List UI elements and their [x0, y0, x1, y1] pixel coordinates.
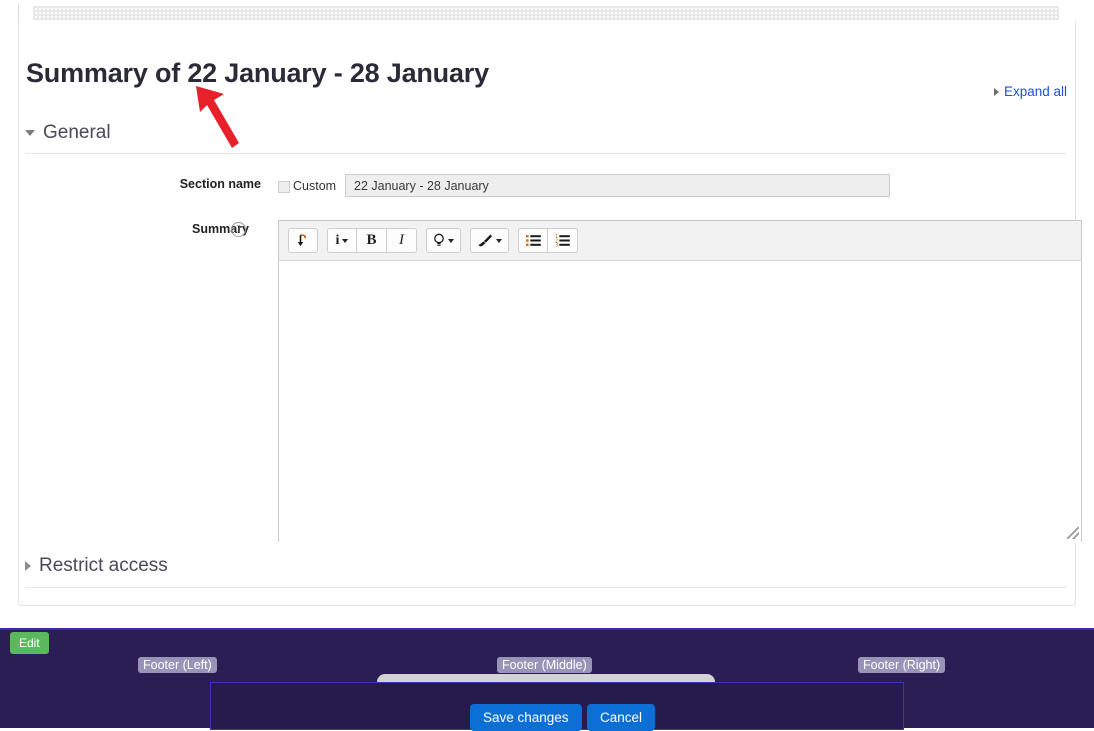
bulleted-list-button[interactable]: [518, 228, 548, 253]
italic-button[interactable]: I: [387, 228, 417, 253]
summary-label: Summary: [192, 222, 249, 236]
caret-right-icon: [25, 561, 31, 571]
expand-all-link[interactable]: Expand all: [1004, 84, 1067, 99]
hatched-pattern: [33, 6, 1059, 20]
bold-button[interactable]: B: [357, 228, 387, 253]
section-name-label: Section name: [179, 177, 261, 191]
top-cutoff-strip: [18, 4, 1068, 22]
expand-all-control[interactable]: Expand all: [993, 84, 1067, 99]
undo-button[interactable]: [288, 228, 318, 253]
fieldset-header-general[interactable]: General: [25, 122, 111, 144]
editor-toolbar: i B I 1 2 3: [279, 221, 1081, 261]
chevron-down-icon: [496, 238, 502, 243]
page-title: Summary of 22 January - 28 January: [26, 58, 489, 89]
save-changes-button[interactable]: Save changes: [470, 704, 582, 731]
info-i-icon: i: [335, 232, 340, 248]
italic-icon: I: [399, 232, 404, 248]
toolbar-group-text: i B I: [327, 228, 417, 253]
chevron-right-icon: [993, 87, 999, 96]
section-name-input[interactable]: [345, 174, 890, 197]
paragraph-style-button[interactable]: i: [327, 228, 357, 253]
numbered-list-button[interactable]: 1 2 3: [548, 228, 578, 253]
undo-arrow-icon: [297, 233, 306, 246]
chevron-down-icon: [342, 238, 349, 243]
fieldset-label-restrict-access: Restrict access: [39, 555, 168, 576]
toolbar-group-insert: [426, 228, 461, 253]
question-mark-help-icon[interactable]: ?: [231, 222, 246, 237]
cancel-button[interactable]: Cancel: [587, 704, 656, 731]
custom-checkbox-label: Custom: [293, 179, 337, 193]
summary-editor: i B I 1 2 3: [278, 220, 1082, 543]
fieldset-label-general: General: [43, 122, 111, 143]
paintbrush-icon: [478, 234, 492, 247]
footer-region-middle-tag: Footer (Middle): [497, 657, 592, 673]
insert-button[interactable]: [426, 228, 461, 253]
chevron-down-icon: [448, 238, 454, 243]
settings-card: Summary of 22 January - 28 January Expan…: [18, 22, 1082, 606]
divider-general: [25, 153, 1067, 154]
toolbar-group-undo: [288, 228, 318, 253]
summary-editor-content[interactable]: [279, 262, 1081, 543]
toolbar-group-format: [470, 228, 509, 253]
lightbulb-icon: [434, 233, 444, 246]
caret-down-icon: [25, 130, 35, 136]
bold-icon: B: [366, 232, 377, 248]
toolbar-group-lists: 1 2 3: [518, 228, 578, 253]
editor-resize-handle[interactable]: [1067, 527, 1079, 539]
divider-restrict-access: [25, 587, 1067, 588]
footer-region: Edit Footer (Left) Footer (Middle) Foote…: [0, 628, 1094, 731]
svg-text:3: 3: [555, 243, 558, 247]
bulleted-list-icon: [525, 235, 541, 246]
edit-button[interactable]: Edit: [10, 632, 49, 654]
fieldset-header-restrict-access[interactable]: Restrict access: [25, 555, 168, 577]
numbered-list-icon: 1 2 3: [555, 234, 570, 247]
format-brush-button[interactable]: [470, 228, 509, 253]
footer-region-right-tag: Footer (Right): [858, 657, 946, 673]
custom-name-checkbox[interactable]: [278, 181, 290, 193]
footer-region-left-tag: Footer (Left): [138, 657, 217, 673]
